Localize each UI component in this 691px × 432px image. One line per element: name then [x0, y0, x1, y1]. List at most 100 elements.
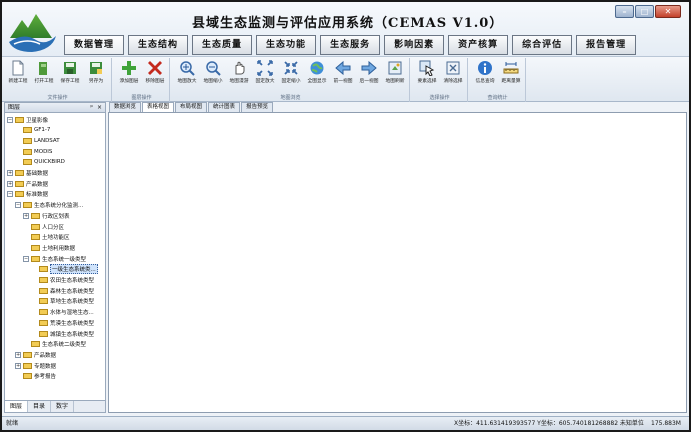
tree-item-label: 卫星影像 — [26, 117, 49, 124]
prev-view-button[interactable]: 前一视图 — [331, 59, 355, 91]
ribbon-group-file: 新建工程 打开工程 保存工程 另存为 文件操作 — [4, 58, 112, 102]
folder-icon — [23, 159, 32, 166]
tab-table-view[interactable]: 表格视图 — [142, 102, 175, 112]
collapse-icon[interactable]: − — [7, 116, 13, 123]
pin-icon[interactable]: ᵖ — [90, 103, 93, 112]
clear-selection-icon — [446, 61, 460, 75]
measure-distance-button[interactable]: 距离量算 — [499, 59, 523, 91]
add-layer-button[interactable]: 添加图层 — [117, 59, 141, 91]
panel-tab-layers[interactable]: 图层 — [5, 401, 29, 412]
expand-icon[interactable]: + — [7, 170, 13, 176]
select-feature-button[interactable]: 要素选择 — [415, 59, 439, 91]
fixed-zoom-out-button[interactable]: 固定缩小 — [279, 59, 303, 91]
tree-item[interactable]: − 生态系统一级类型 — [23, 254, 86, 263]
tree-item[interactable]: LANDSAT — [15, 136, 60, 145]
save-project-button[interactable]: 保存工程 — [58, 59, 82, 91]
tree-item[interactable]: GF1-7 — [15, 126, 50, 135]
menu-eco-structure[interactable]: 生态结构 — [128, 35, 189, 55]
next-view-button[interactable]: 后一视图 — [357, 59, 381, 91]
folder-icon — [31, 223, 40, 230]
folder-icon — [23, 362, 32, 369]
minimize-button[interactable]: – — [615, 5, 634, 18]
clear-selection-button[interactable]: 清除选择 — [441, 59, 465, 91]
pan-button[interactable]: 地图漫游 — [227, 59, 251, 91]
tree-item-label: 城镇生态系统类型 — [50, 331, 95, 338]
tab-data-browse[interactable]: 数据浏览 — [109, 102, 142, 112]
tree-item[interactable]: 土地利用数据 — [23, 243, 75, 252]
tree-item[interactable]: 一级生态系统类... — [31, 264, 98, 275]
menu-influence-factors[interactable]: 影响因素 — [384, 35, 445, 55]
fixed-zoom-in-button[interactable]: 固定放大 — [253, 59, 277, 91]
folder-icon — [31, 341, 40, 348]
menu-report-management[interactable]: 报告管理 — [576, 35, 637, 55]
tree-item-label: 土地功能区 — [42, 235, 70, 242]
remove-layer-button[interactable]: 移除图层 — [143, 59, 167, 91]
panel-tab-catalog[interactable]: 目录 — [28, 401, 52, 412]
refresh-button[interactable]: 地图刷新 — [383, 59, 407, 91]
status-ready: 就绪 — [6, 420, 19, 427]
title-bar: 县域生态监测与评估应用系统（CEMAS V1.0） – □ ✕ 数据管理 生态结… — [2, 2, 689, 62]
tree-item[interactable]: QUICKBIRD — [15, 158, 65, 167]
tree-item[interactable]: 草地生态系统类型 — [31, 297, 94, 306]
tree-item[interactable]: MODIS — [15, 147, 52, 156]
tree-item[interactable]: + 产品数据 — [7, 179, 48, 188]
panel-tab-digital[interactable]: 数字 — [51, 401, 75, 412]
tree-item-label: 行政区划表 — [42, 213, 70, 220]
collapse-icon[interactable]: − — [23, 255, 29, 262]
tree-item-label: GF1-7 — [34, 127, 51, 134]
tree-item[interactable]: + 基础数据 — [7, 169, 48, 178]
new-project-button[interactable]: 新建工程 — [6, 59, 30, 91]
menu-eco-function[interactable]: 生态功能 — [256, 35, 317, 55]
expand-icon[interactable]: + — [23, 212, 29, 219]
maximize-button[interactable]: □ — [635, 5, 654, 18]
panel-close-icon[interactable]: × — [97, 103, 102, 112]
tree-item[interactable]: − 生态系统分化监测... — [15, 201, 83, 210]
tree-item[interactable]: + 行政区划表 — [23, 211, 70, 220]
tab-stat-chart[interactable]: 统计图表 — [208, 102, 241, 112]
zoom-out-button[interactable]: 地图缩小 — [201, 59, 225, 91]
zoom-out-icon — [206, 61, 221, 76]
tree-item[interactable]: 荒漠生态系统类型 — [31, 318, 94, 327]
menu-eco-quality[interactable]: 生态质量 — [192, 35, 253, 55]
collapse-icon[interactable]: − — [7, 191, 13, 198]
folder-icon — [15, 191, 24, 198]
save-as-button[interactable]: 另存为 — [84, 59, 108, 91]
fixed-zoom-in-icon — [257, 60, 273, 76]
open-project-button[interactable]: 打开工程 — [32, 59, 56, 91]
new-project-icon — [12, 60, 24, 76]
app-logo-icon — [9, 14, 56, 52]
map-view[interactable] — [108, 112, 687, 413]
tab-layout-view[interactable]: 布局视图 — [175, 102, 208, 112]
tree-item[interactable]: 参考报告 — [15, 372, 56, 381]
info-icon — [478, 61, 492, 75]
next-view-icon — [361, 60, 377, 76]
tree-item[interactable]: 生态系统二级类型 — [23, 340, 86, 349]
info-query-button[interactable]: 信息查询 — [473, 59, 497, 91]
expand-icon[interactable]: + — [15, 351, 21, 358]
zoom-in-button[interactable]: 地图放大 — [175, 59, 199, 91]
tree-item[interactable]: 水体与湿地生态... — [31, 308, 94, 317]
expand-icon[interactable]: + — [7, 180, 13, 187]
tab-report-preview[interactable]: 报告预览 — [241, 102, 274, 112]
collapse-icon[interactable]: − — [15, 202, 21, 209]
tree-item[interactable]: − 卫星影像 — [7, 115, 48, 124]
tree-item[interactable]: + 产品数据 — [15, 350, 56, 359]
full-extent-button[interactable]: 全图显示 — [305, 59, 329, 91]
menu-eco-service[interactable]: 生态服务 — [320, 35, 381, 55]
expand-icon[interactable]: + — [15, 362, 21, 369]
tree-item-label: 标准数据 — [26, 192, 49, 199]
close-button[interactable]: ✕ — [655, 5, 681, 18]
tree-item[interactable]: 土地功能区 — [23, 233, 70, 242]
app-window: 县域生态监测与评估应用系统（CEMAS V1.0） – □ ✕ 数据管理 生态结… — [0, 0, 691, 432]
ribbon-group-file-label: 文件操作 — [47, 95, 68, 101]
tree-item[interactable]: 人口分区 — [23, 222, 64, 231]
tree-item[interactable]: 城镇生态系统类型 — [31, 329, 94, 338]
menu-data-management[interactable]: 数据管理 — [64, 35, 125, 55]
tree-item-label: 生态系统分化监测... — [34, 203, 84, 210]
menu-asset-accounting[interactable]: 资产核算 — [448, 35, 509, 55]
tree-item[interactable]: 森林生态系统类型 — [31, 286, 94, 295]
menu-comprehensive-eval[interactable]: 综合评估 — [512, 35, 573, 55]
tree-item[interactable]: − 标准数据 — [7, 190, 48, 199]
tree-item[interactable]: + 专题数据 — [15, 361, 56, 370]
tree-item[interactable]: 农田生态系统类型 — [31, 276, 94, 285]
